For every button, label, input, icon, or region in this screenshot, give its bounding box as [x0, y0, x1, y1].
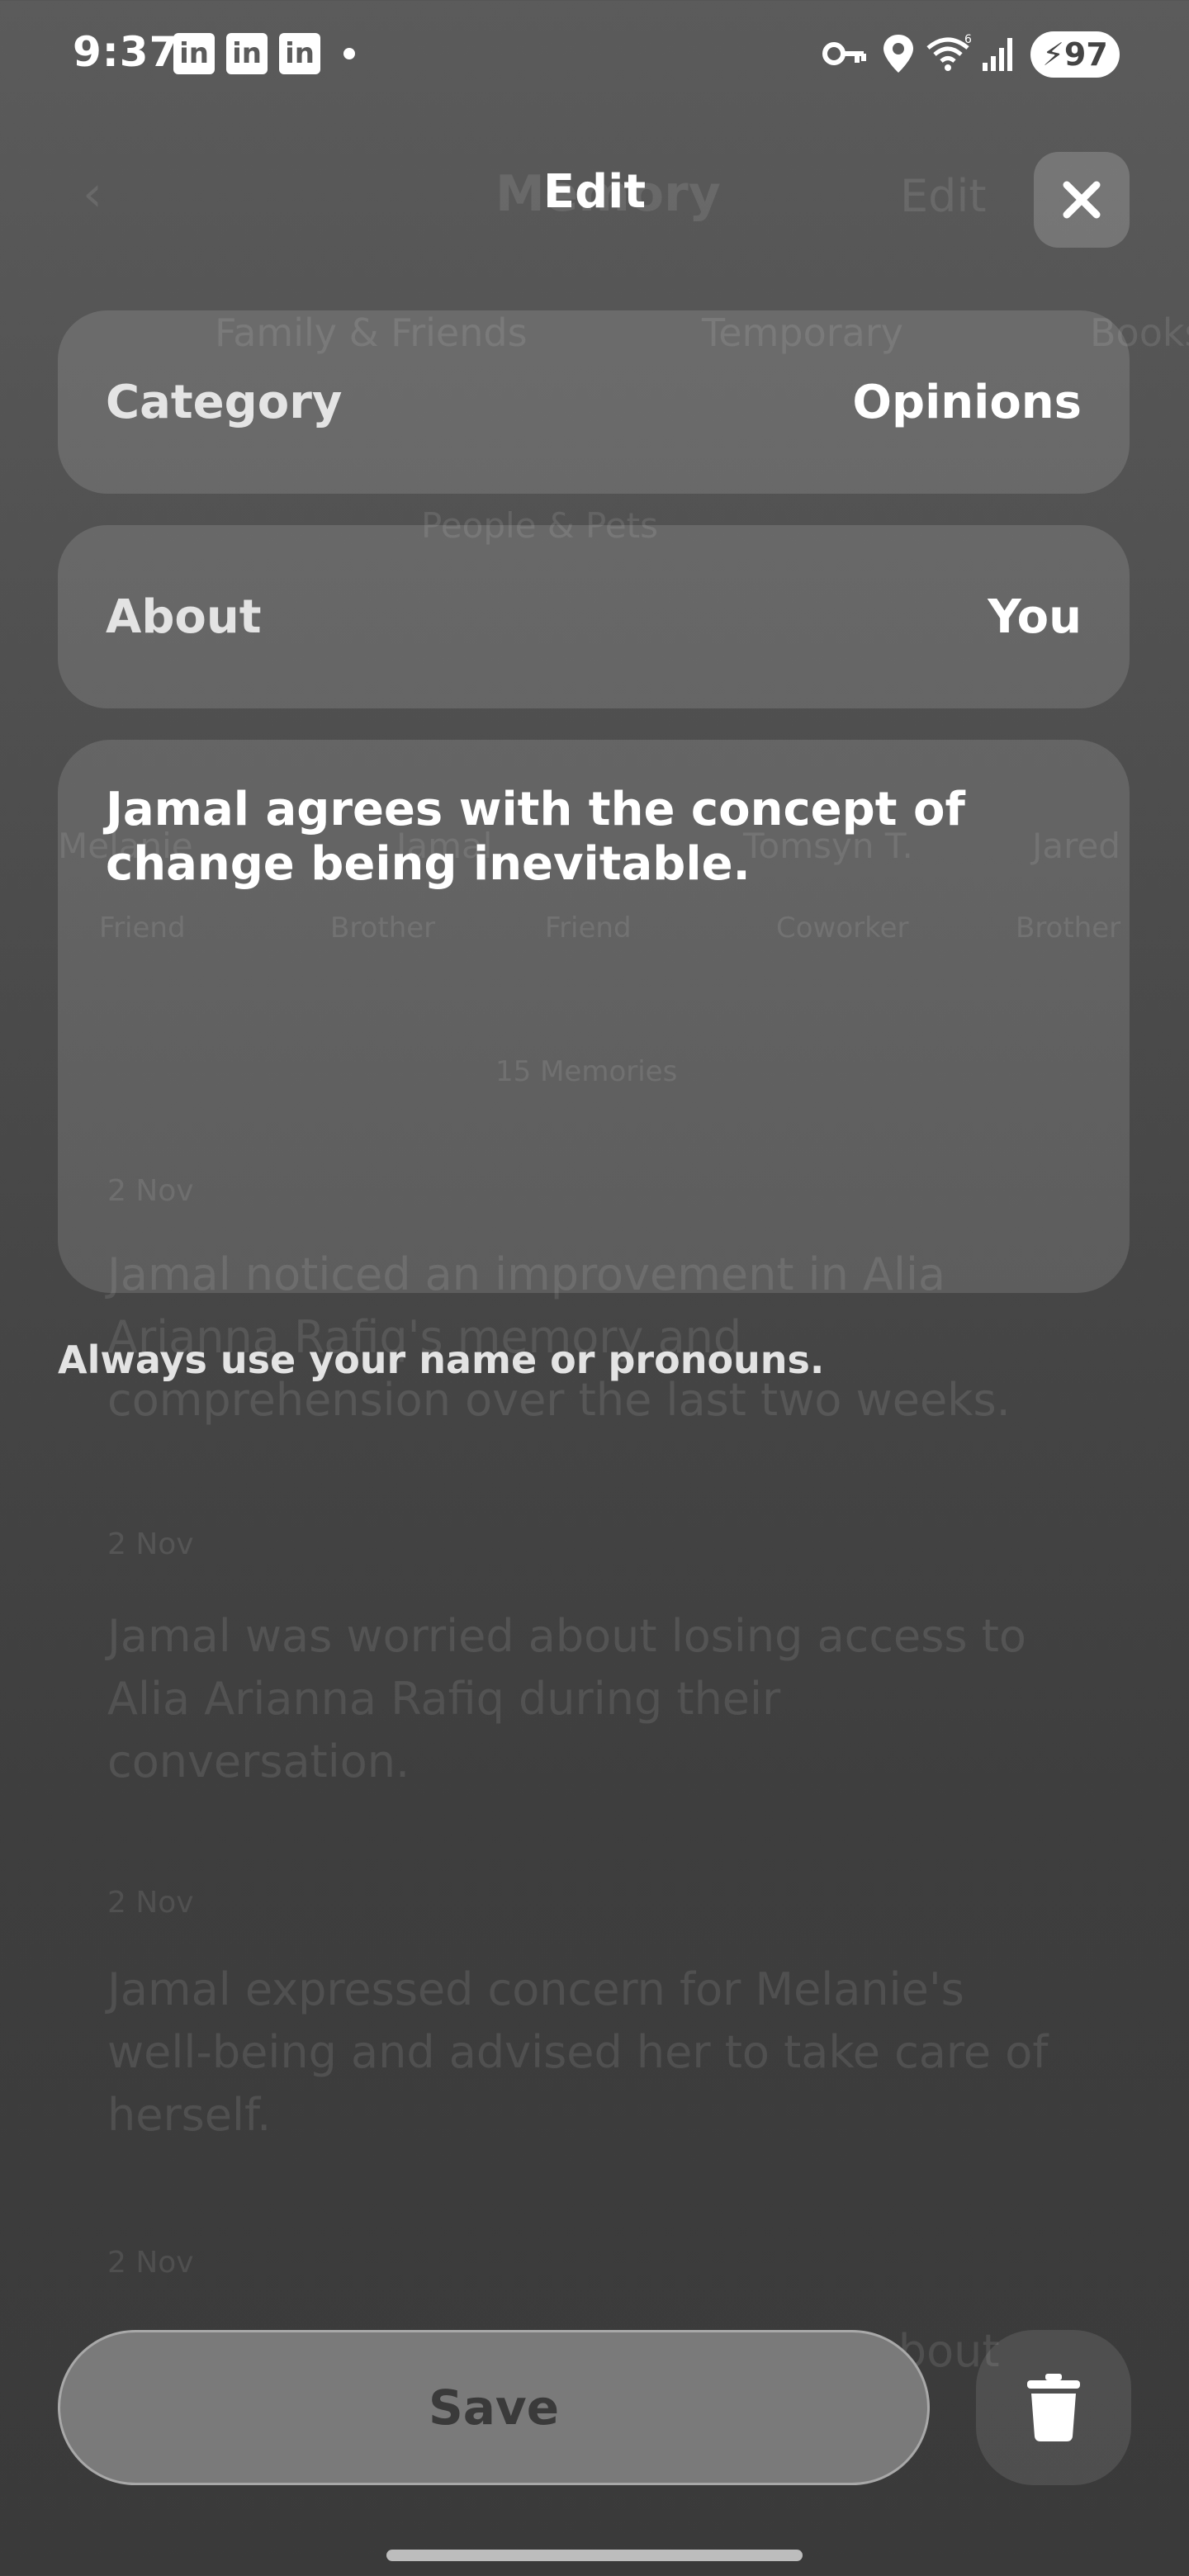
- category-value: Opinions: [852, 375, 1082, 429]
- wifi-icon: 6: [926, 33, 972, 71]
- about-selector[interactable]: About You: [58, 525, 1130, 708]
- category-selector[interactable]: Category Opinions: [58, 310, 1130, 494]
- bg-entry-text: Jamal was worried about losing access to…: [107, 1610, 1026, 1788]
- close-icon: [1063, 181, 1101, 219]
- save-button-label: Save: [428, 2379, 560, 2436]
- bg-entry-meta: 2 Nov: [107, 2246, 194, 2280]
- signal-icon: [983, 38, 1012, 71]
- home-indicator[interactable]: [386, 2550, 803, 2561]
- trash-icon: [1027, 2374, 1080, 2441]
- about-label: About: [106, 590, 262, 644]
- bg-entry-meta: 2 Nov: [107, 1527, 194, 1561]
- delete-button[interactable]: [976, 2330, 1131, 2485]
- memory-text-field[interactable]: Jamal agrees with the concept of change …: [58, 740, 1130, 1293]
- linkedin-icon: in: [226, 33, 268, 74]
- battery-indicator: ⚡97: [1030, 31, 1120, 78]
- linkedin-icon: in: [173, 33, 215, 74]
- category-label: Category: [106, 375, 343, 429]
- memory-text: Jamal agrees with the concept of change …: [106, 783, 965, 891]
- hint-text: Always use your name or pronouns.: [58, 1338, 825, 1382]
- status-bar: 9:37 in in in 6 ⚡97: [0, 0, 1189, 107]
- status-time: 9:37: [73, 28, 179, 76]
- battery-level: 97: [1063, 36, 1108, 73]
- charging-icon: ⚡: [1042, 36, 1064, 73]
- vpn-key-icon: [822, 42, 866, 65]
- close-button[interactable]: [1034, 152, 1130, 248]
- modal-title: Edit: [542, 165, 647, 219]
- save-button[interactable]: Save: [58, 2330, 930, 2485]
- linkedin-icon: in: [279, 33, 320, 74]
- bg-entry-text: Jamal expressed concern for Melanie's we…: [107, 1963, 1049, 2141]
- location-icon: [883, 35, 913, 73]
- about-value: You: [988, 590, 1082, 644]
- bg-entry-meta: 2 Nov: [107, 1886, 194, 1920]
- svg-text:6: 6: [964, 33, 972, 46]
- more-notifications-dot: [343, 48, 355, 59]
